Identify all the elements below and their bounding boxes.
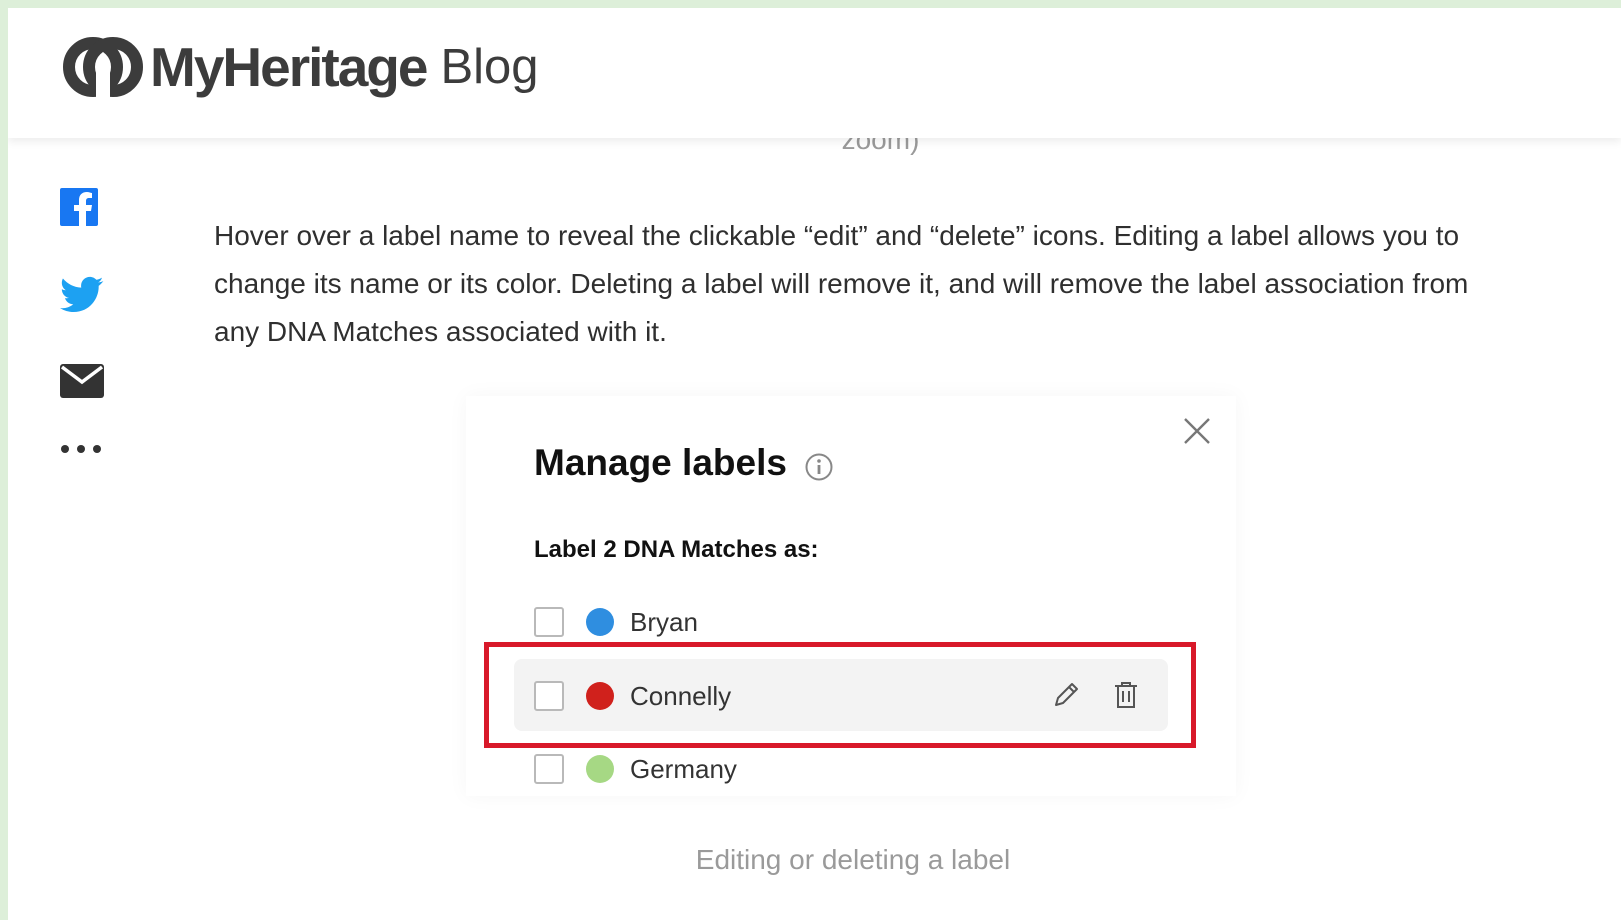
logo-link[interactable]: MyHeritage Blog	[60, 34, 539, 100]
facebook-share-button[interactable]	[60, 188, 98, 231]
delete-trash-icon[interactable]	[1110, 679, 1142, 711]
close-icon[interactable]	[1182, 416, 1212, 446]
site-header: MyHeritage Blog	[8, 8, 1621, 138]
logo-blog-label: Blog	[440, 40, 539, 94]
manage-labels-modal: Manage labels Label 2 DNA Matches as: Br…	[466, 396, 1236, 796]
more-share-button[interactable]	[60, 442, 102, 460]
email-share-button[interactable]	[60, 364, 104, 403]
facebook-icon	[60, 188, 98, 226]
modal-subtitle: Label 2 DNA Matches as:	[534, 536, 819, 563]
label-name: Bryan	[630, 607, 698, 637]
page-frame: zoom) MyHeritage Blog Hover over a label…	[8, 8, 1621, 920]
twitter-icon	[60, 276, 104, 313]
twitter-share-button[interactable]	[60, 276, 104, 319]
myheritage-logo-icon	[63, 37, 143, 100]
more-icon	[61, 445, 101, 453]
label-color-dot	[586, 608, 614, 636]
info-icon[interactable]	[804, 452, 834, 482]
label-checkbox[interactable]	[534, 754, 564, 784]
modal-title: Manage labels	[534, 442, 787, 483]
label-checkbox[interactable]	[534, 607, 564, 637]
label-row-bryan[interactable]: Bryan	[514, 585, 1168, 657]
label-row-connelly[interactable]: Connelly	[514, 659, 1168, 731]
logo-wordmark: MyHeritage	[150, 36, 428, 98]
article-paragraph: Hover over a label name to reveal the cl…	[214, 220, 1469, 347]
label-name: Connelly	[630, 681, 732, 711]
label-color-dot	[586, 682, 614, 710]
figure-caption: Editing or deleting a label	[695, 844, 1011, 875]
label-row-germany[interactable]: Germany	[514, 732, 1168, 804]
email-icon	[60, 364, 104, 398]
label-color-dot	[586, 755, 614, 783]
edit-pencil-icon[interactable]	[1050, 679, 1082, 711]
label-name: Germany	[630, 754, 737, 784]
label-checkbox[interactable]	[534, 681, 564, 711]
